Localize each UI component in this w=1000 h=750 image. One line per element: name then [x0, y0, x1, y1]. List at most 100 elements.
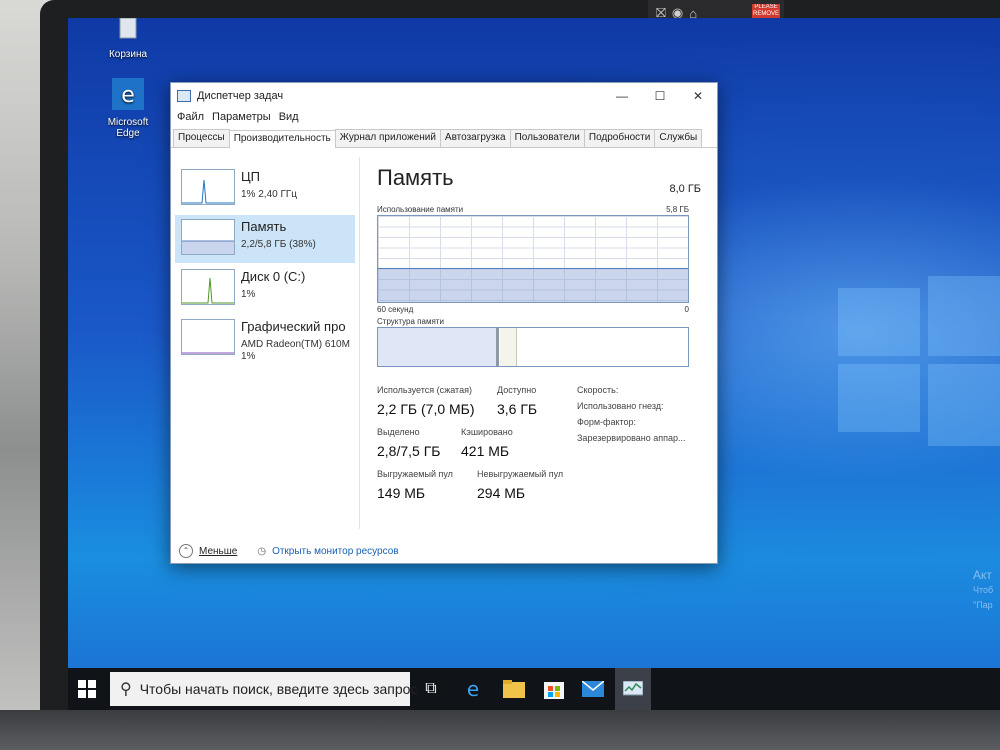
windows-wallpaper-logo	[838, 276, 1000, 446]
resource-item-disk[interactable]: Диск 0 (C:) 1%	[175, 265, 355, 313]
task-manager-window: Диспетчер задач — ☐ ✕ Файл Параметры Вид…	[170, 82, 718, 564]
resource-name: Память	[241, 219, 287, 234]
resource-list: ЦП 1% 2,40 ГГц Память 2,2/5,8 ГБ (38%) Д…	[171, 157, 360, 529]
desktop-icon-label: Корзина	[108, 49, 148, 60]
title-bar[interactable]: Диспетчер задач — ☐ ✕	[171, 83, 717, 109]
task-view-icon: ⧉	[425, 680, 437, 697]
svg-text:e: e	[467, 678, 479, 700]
committed-value: 2,8/7,5 ГБ	[377, 443, 441, 459]
cached-value: 421 МБ	[461, 443, 510, 459]
minimize-button[interactable]: —	[603, 89, 641, 103]
search-icon: ⚲	[120, 681, 132, 698]
task-view-button[interactable]: ⧉	[418, 676, 444, 702]
tab-performance[interactable]: Производительность	[228, 130, 336, 148]
window-title: Диспетчер задач	[197, 90, 284, 102]
desktop-icon-edge[interactable]: e Microsoft Edge	[98, 78, 158, 139]
resource-name: Диск 0 (C:)	[241, 269, 306, 284]
graph-time-label: 60 секунд	[377, 305, 414, 314]
resource-detail: 1% 2,40 ГГц	[241, 189, 298, 200]
edge-icon: e	[112, 78, 144, 110]
activation-watermark: Акт Чтоб "Пар	[973, 568, 994, 610]
structure-modified	[500, 328, 517, 366]
nonpaged-pool-label: Невыгружаемый пул	[477, 469, 564, 479]
tab-strip: Процессы Производительность Журнал прило…	[171, 129, 717, 148]
memory-total: 8,0 ГБ	[669, 183, 701, 195]
taskbar-store[interactable]	[541, 676, 567, 702]
available-label: Доступно	[497, 385, 537, 395]
edge-icon: e	[467, 678, 479, 700]
close-button[interactable]: ✕	[679, 89, 717, 103]
start-button[interactable]	[78, 680, 96, 698]
paged-pool-label: Выгружаемый пул	[377, 469, 453, 479]
taskbar-mail[interactable]	[580, 676, 606, 702]
store-icon	[544, 682, 564, 699]
resource-name: Графический про	[241, 319, 346, 334]
desktop-icon-recycle-bin[interactable]: Корзина	[98, 18, 158, 60]
desktop: Акт Чтоб "Пар Корзина e Microsoft Edge Д…	[68, 18, 1000, 710]
search-placeholder: Чтобы начать поиск, введите здесь запрос	[139, 681, 418, 697]
resource-detail: 2,2/5,8 ГБ (38%)	[241, 239, 316, 250]
laptop-bezel-bottom	[0, 710, 1000, 750]
usage-graph-label: Использование памяти	[377, 205, 464, 214]
recycle-bin-icon	[119, 18, 137, 39]
structure-in-use	[378, 328, 499, 366]
maximize-button[interactable]: ☐	[641, 89, 679, 103]
memory-thumbnail-graph	[181, 219, 235, 255]
open-resource-monitor-link[interactable]: Открыть монитор ресурсов	[272, 546, 399, 557]
tab-app-history[interactable]: Журнал приложений	[334, 129, 441, 147]
resource-item-memory[interactable]: Память 2,2/5,8 ГБ (38%)	[175, 215, 355, 263]
task-manager-icon	[177, 90, 191, 102]
in-use-value: 2,2 ГБ (7,0 МБ)	[377, 401, 475, 417]
speed-label: Скорость:	[577, 385, 619, 395]
slots-label: Использовано гнезд:	[577, 401, 664, 411]
usage-graph-max: 5,8 ГБ	[666, 205, 689, 214]
tab-details[interactable]: Подробности	[583, 129, 656, 147]
folder-icon	[503, 680, 525, 698]
menu-bar: Файл Параметры Вид	[171, 109, 717, 125]
svg-text:e: e	[121, 83, 135, 108]
committed-label: Выделено	[377, 427, 420, 437]
disk-thumbnail-graph	[181, 269, 235, 305]
hardware-reserved-label: Зарезервировано аппар...	[577, 433, 686, 443]
menu-view[interactable]: Вид	[279, 111, 299, 123]
resource-detail-usage: 1%	[241, 351, 256, 362]
footer-bar: ⌃ Меньше ◷ Открыть монитор ресурсов	[171, 541, 717, 561]
memory-structure-bar	[377, 327, 689, 367]
mail-icon	[582, 681, 604, 697]
cpu-thumbnail-graph	[181, 169, 235, 205]
taskbar-search-box[interactable]: ⚲ Чтобы начать поиск, введите здесь запр…	[110, 672, 417, 706]
tab-services[interactable]: Службы	[654, 129, 703, 147]
memory-panel: Память 8,0 ГБ Использование памяти 5,8 Г…	[371, 157, 701, 529]
memory-usage-graph	[377, 215, 689, 303]
fewer-details-link[interactable]: Меньше	[199, 546, 237, 557]
cached-label: Кэшировано	[461, 427, 513, 437]
structure-label: Структура памяти	[377, 317, 444, 326]
taskbar-edge[interactable]: e	[460, 676, 486, 702]
nonpaged-pool-value: 294 МБ	[477, 485, 526, 501]
taskbar: ⚲ Чтобы начать поиск, введите здесь запр…	[68, 668, 1000, 710]
desktop-icon-label: Microsoft Edge	[107, 117, 149, 139]
task-manager-icon	[623, 681, 643, 696]
resource-name: ЦП	[241, 169, 260, 184]
resource-detail: 1%	[241, 289, 256, 300]
resource-item-gpu[interactable]: Графический про AMD Radeon(TM) 610M 1%	[175, 315, 355, 371]
memory-usage-fill	[378, 268, 688, 302]
available-value: 3,6 ГБ	[497, 401, 538, 417]
menu-file[interactable]: Файл	[177, 111, 204, 123]
resource-detail: AMD Radeon(TM) 610M	[241, 339, 350, 350]
taskbar-file-explorer[interactable]	[501, 676, 527, 702]
form-factor-label: Форм-фактор:	[577, 417, 637, 427]
tab-processes[interactable]: Процессы	[173, 129, 230, 147]
tab-startup[interactable]: Автозагрузка	[439, 129, 511, 147]
chevron-up-icon: ⌃	[179, 544, 193, 558]
menu-options[interactable]: Параметры	[212, 111, 271, 123]
paged-pool-value: 149 МБ	[377, 485, 426, 501]
in-use-label: Используется (сжатая)	[377, 385, 472, 395]
panel-title: Память	[377, 165, 454, 190]
tab-users[interactable]: Пользователи	[509, 129, 585, 147]
gpu-thumbnail-graph	[181, 319, 235, 355]
resource-monitor-icon: ◷	[257, 545, 267, 557]
taskbar-task-manager[interactable]	[615, 668, 651, 710]
resource-item-cpu[interactable]: ЦП 1% 2,40 ГГц	[175, 165, 355, 213]
graph-zero-label: 0	[684, 305, 689, 314]
